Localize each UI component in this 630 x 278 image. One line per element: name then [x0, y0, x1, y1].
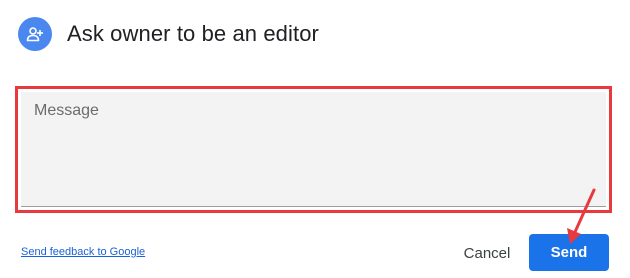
dialog-title: Ask owner to be an editor	[67, 21, 319, 46]
send-feedback-link[interactable]: Send feedback to Google	[21, 246, 145, 258]
send-button[interactable]: Send	[529, 234, 609, 271]
cancel-button[interactable]: Cancel	[455, 236, 519, 270]
dialog-header: Ask owner to be an editor	[18, 16, 319, 52]
request-edit-access-dialog: Ask owner to be an editor Send feedback …	[0, 0, 630, 278]
person-add-icon	[18, 17, 52, 51]
message-field[interactable]	[21, 92, 606, 207]
